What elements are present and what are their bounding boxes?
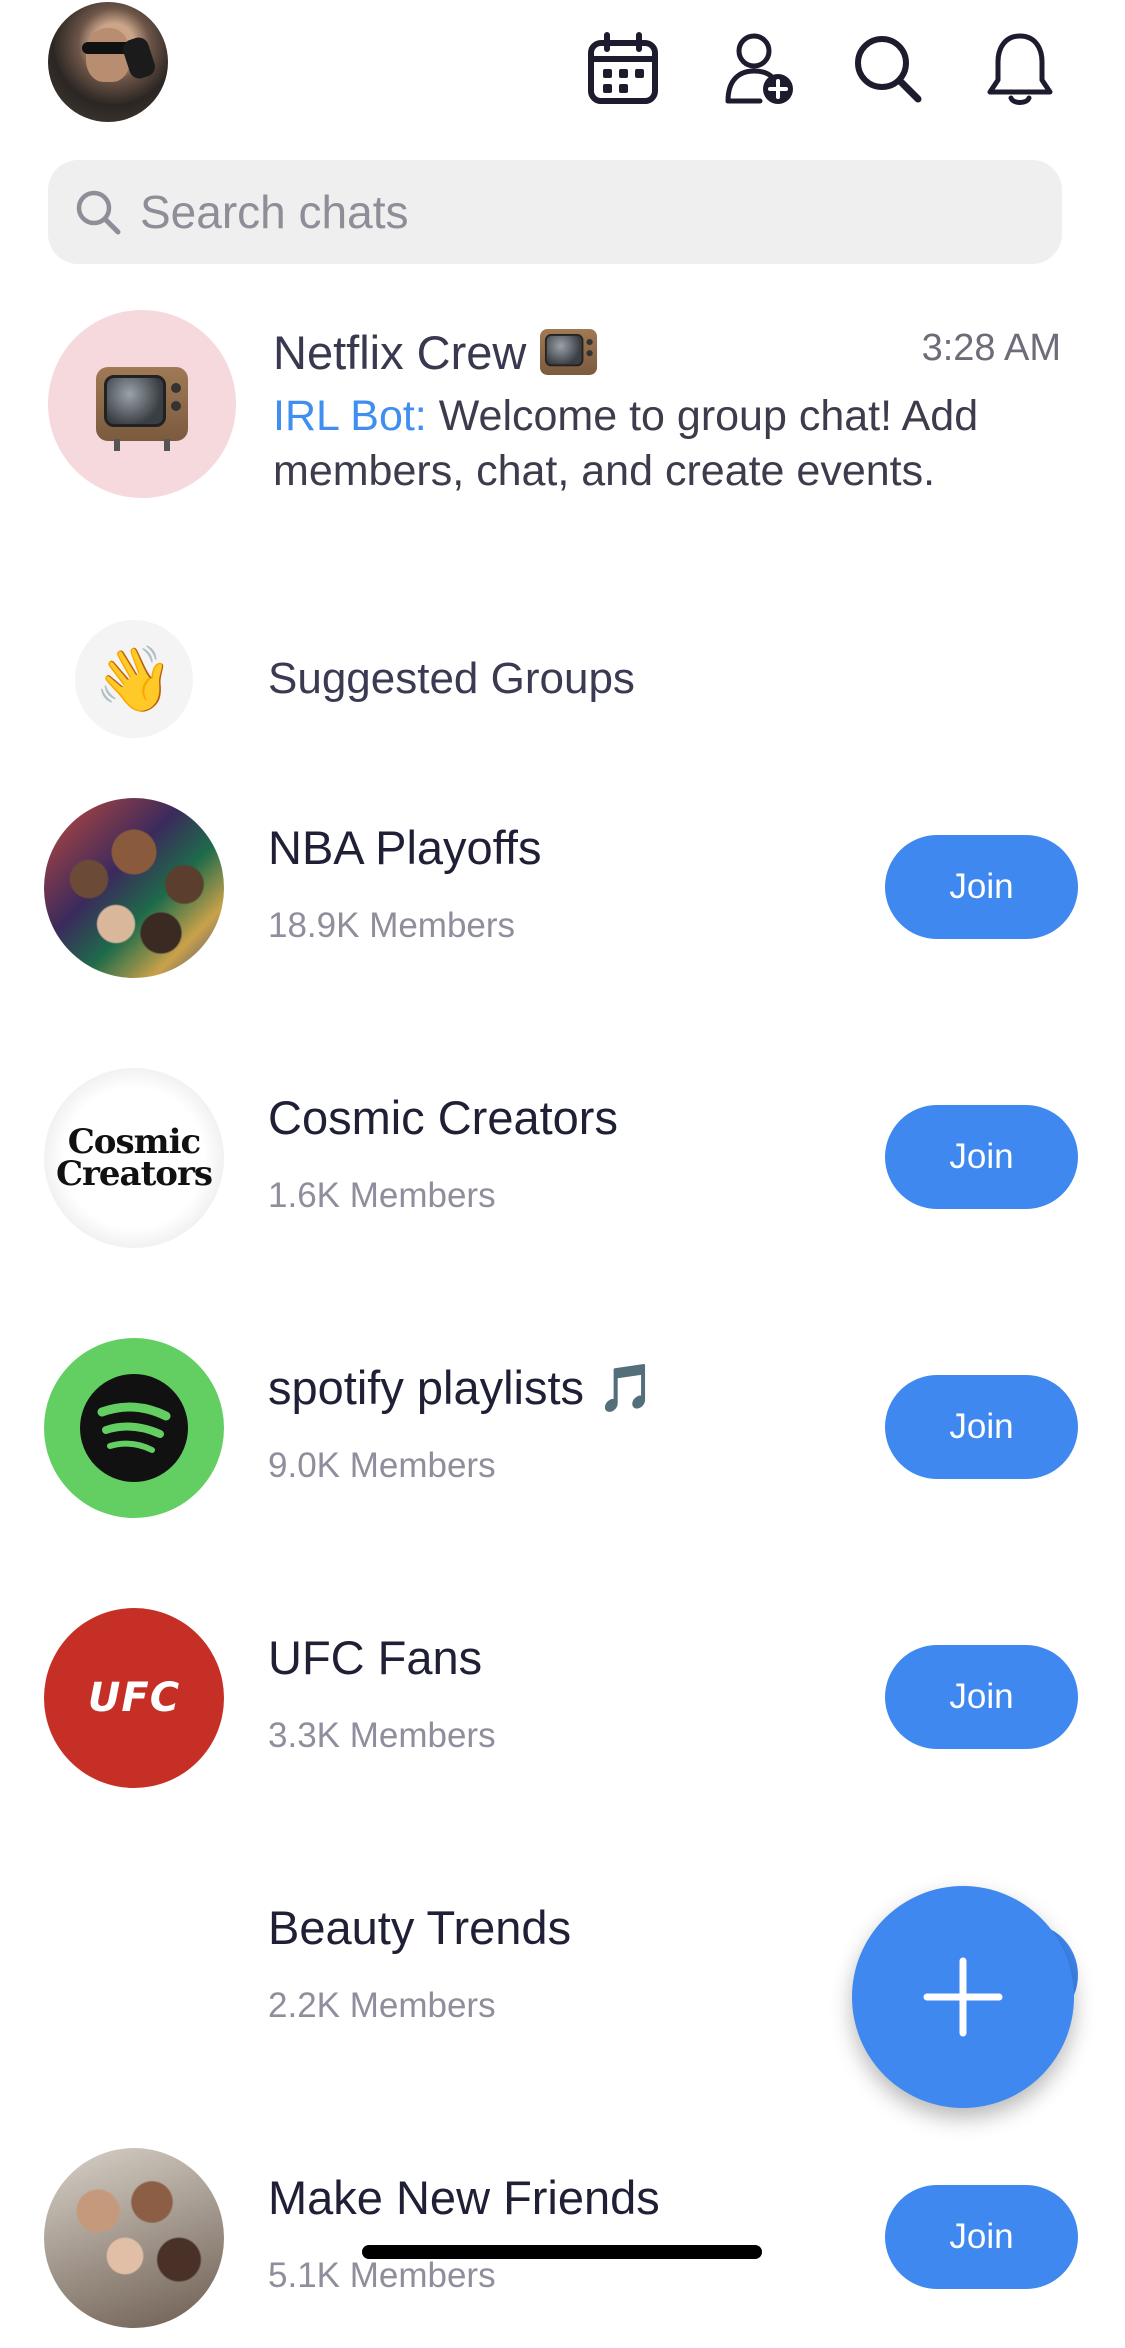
group-name: spotify playlists 🎵	[268, 1361, 656, 1414]
join-button[interactable]: Join	[885, 2185, 1078, 2289]
chat-preview: IRL Bot: Welcome to group chat! Add memb…	[273, 389, 1053, 499]
group-name: UFC Fans	[268, 1631, 483, 1684]
chat-sender: IRL Bot:	[273, 392, 427, 440]
search-bar[interactable]	[48, 160, 1062, 264]
television-icon	[96, 367, 188, 451]
profile-avatar[interactable]	[48, 2, 168, 122]
group-row[interactable]: Cosmic Creators Cosmic Creators 1.6K Mem…	[0, 1068, 1125, 1268]
plus-icon	[923, 1957, 1003, 2037]
group-members: 3.3K Members	[268, 1716, 496, 1755]
chat-avatar	[48, 310, 236, 498]
chat-name: Netflix Crew	[273, 325, 527, 379]
spotify-logo-icon	[80, 1374, 188, 1482]
group-name: Beauty Trends	[268, 1901, 572, 1954]
search-field-icon	[72, 186, 124, 238]
group-name: Cosmic Creators	[268, 1091, 618, 1144]
top-bar	[0, 0, 1125, 140]
chat-row[interactable]: Netflix Crew 3:28 AM IRL Bot: Welcome to…	[0, 305, 1125, 505]
group-name: Make New Friends	[268, 2171, 660, 2224]
bell-icon[interactable]	[975, 24, 1065, 114]
group-members: 2.2K Members	[268, 1986, 496, 2025]
group-avatar	[44, 1878, 224, 2058]
group-avatar: Cosmic Creators	[44, 1068, 224, 1248]
join-button[interactable]: Join	[885, 1375, 1078, 1479]
new-chat-button[interactable]	[852, 1886, 1074, 2108]
television-emoji-icon	[540, 329, 598, 375]
search-input[interactable]	[138, 184, 1022, 240]
group-members: 18.9K Members	[268, 906, 516, 945]
home-indicator[interactable]	[362, 2245, 762, 2259]
chat-timestamp: 3:28 AM	[921, 327, 1061, 369]
waving-hand-icon: 👋	[75, 620, 193, 738]
group-row[interactable]: UFC UFC Fans 3.3K Members Join	[0, 1608, 1125, 1808]
group-avatar	[44, 798, 224, 978]
chat-title: Netflix Crew	[273, 315, 600, 389]
join-button[interactable]: Join	[885, 1105, 1078, 1209]
group-avatar: UFC	[44, 1608, 224, 1788]
group-name: NBA Playoffs	[268, 821, 542, 874]
group-avatar	[44, 1338, 224, 1518]
suggested-groups-header: 👋 Suggested Groups	[0, 612, 1125, 742]
group-avatar	[44, 2148, 224, 2328]
group-members: 5.1K Members	[268, 2256, 496, 2295]
join-button[interactable]: Join	[885, 835, 1078, 939]
group-row[interactable]: NBA Playoffs 18.9K Members Join	[0, 798, 1125, 998]
suggested-groups-label: Suggested Groups	[268, 654, 635, 703]
calendar-icon[interactable]	[578, 24, 668, 114]
group-members: 9.0K Members	[268, 1446, 496, 1485]
join-button[interactable]: Join	[885, 1645, 1078, 1749]
group-row[interactable]: spotify playlists 🎵 9.0K Members Join	[0, 1338, 1125, 1538]
group-avatar-text: Creators	[55, 1154, 213, 1194]
avatar-hand	[120, 34, 158, 82]
group-members: 1.6K Members	[268, 1176, 496, 1215]
search-icon[interactable]	[843, 24, 933, 114]
ufc-logo-text: UFC	[87, 1675, 181, 1721]
add-friend-icon[interactable]	[715, 24, 805, 114]
